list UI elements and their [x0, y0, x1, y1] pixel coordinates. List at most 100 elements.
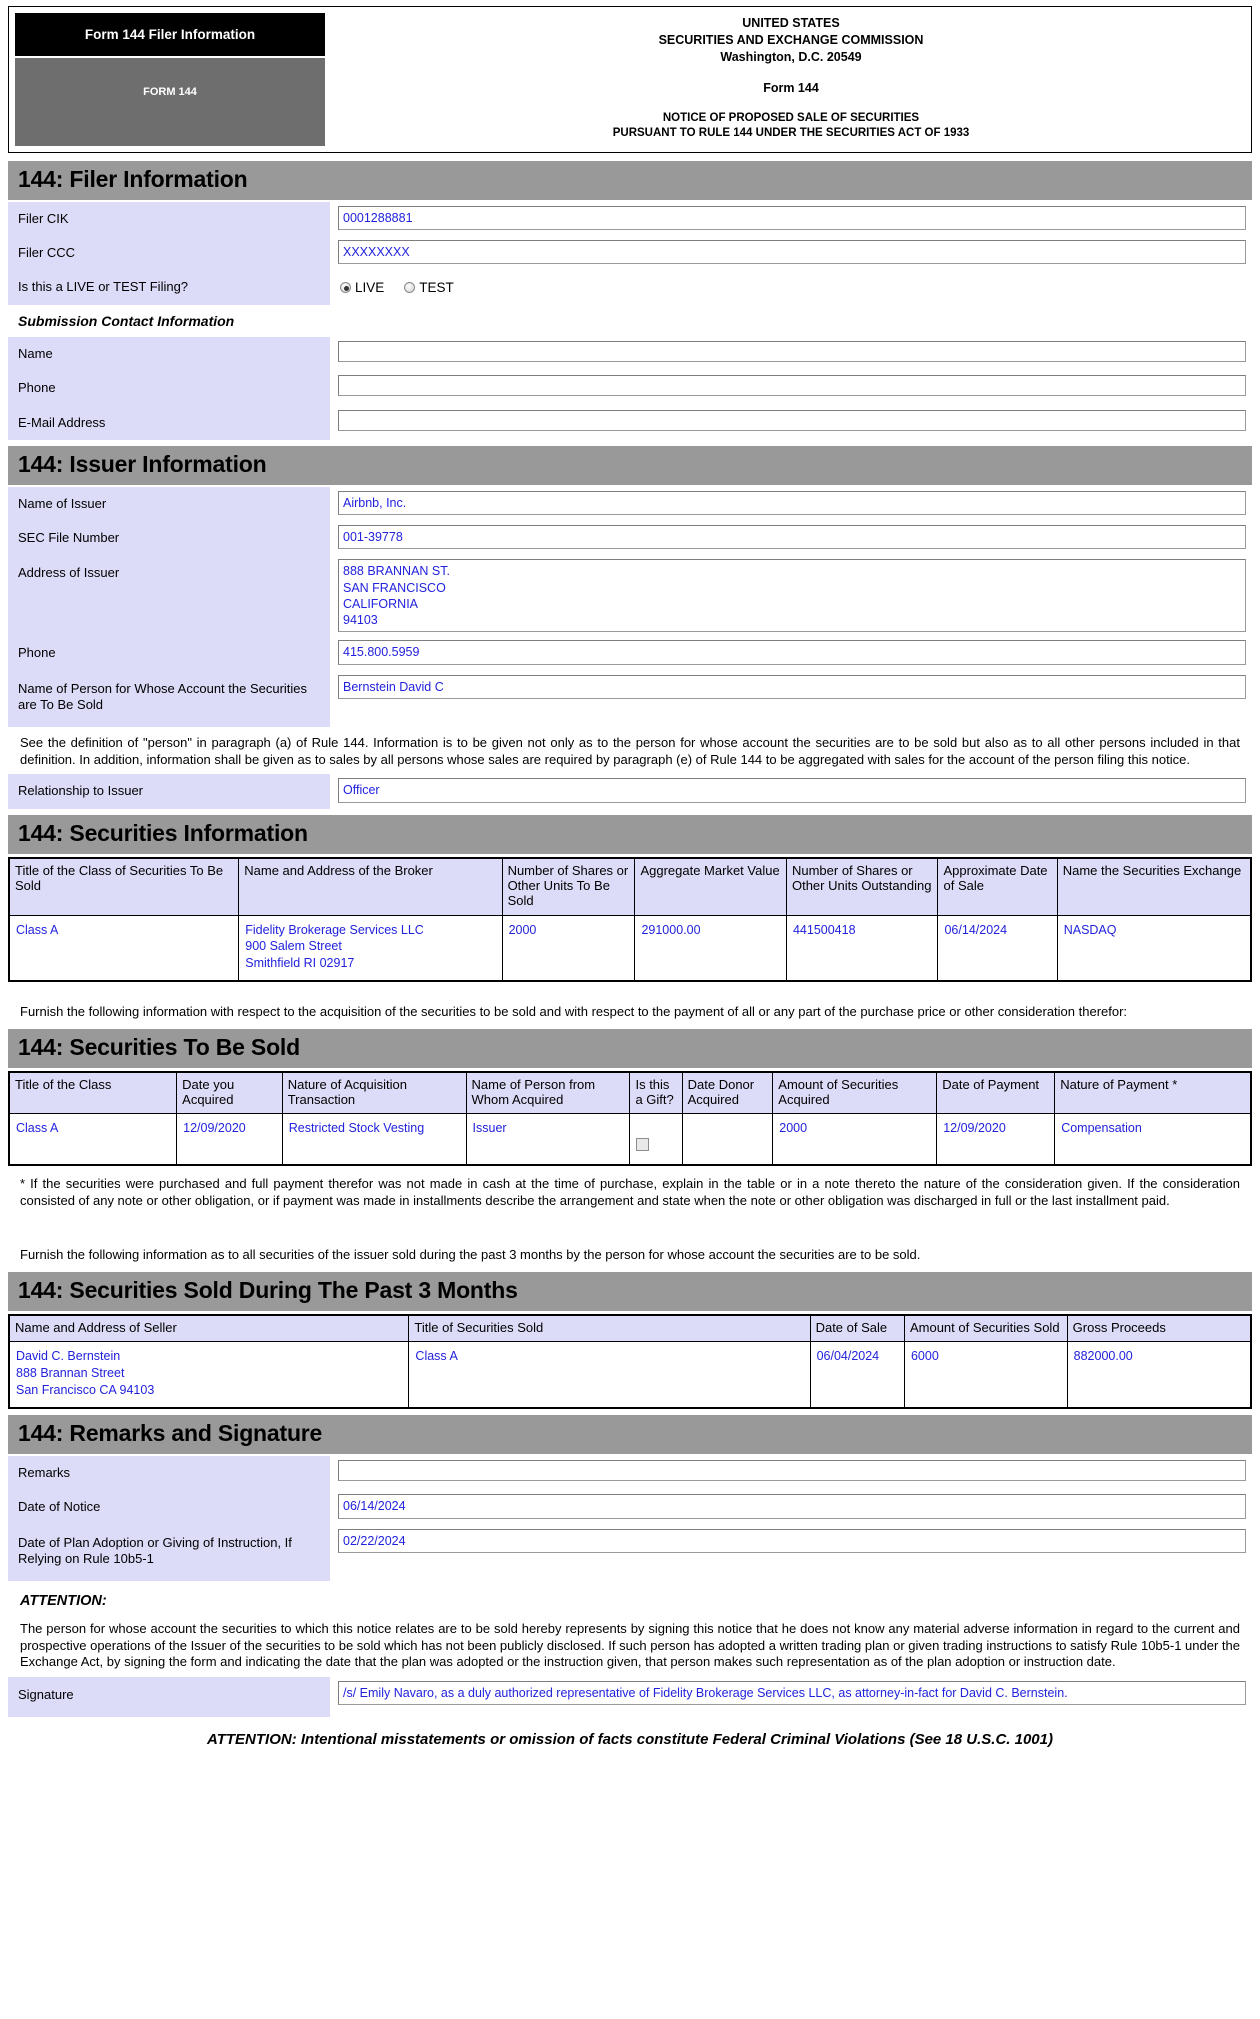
furnish-acquisition-note: Furnish the following information with r… — [20, 1004, 1128, 1020]
filer-ccc-input[interactable]: XXXXXXXX — [338, 239, 1246, 265]
field-row-person-account: Name of Person for Whose Account the Sec… — [8, 670, 1252, 728]
cell-date-of-sale: 06/04/2024 — [809, 1341, 905, 1409]
contact-phone-input[interactable] — [338, 375, 1246, 397]
field-row-filer-cik: Filer CIK 0001288881 — [8, 201, 1252, 236]
sec-file-number-input[interactable]: 001-39778 — [338, 525, 1246, 550]
cell-aggregate-market-value: 291000.00 — [634, 914, 787, 982]
furnish-past-3-months-note: Furnish the following information as to … — [20, 1247, 921, 1263]
submission-contact-fields: Name Phone E-Mail Address — [8, 337, 1252, 440]
issuer-phone-label: Phone — [8, 636, 330, 671]
col-units-to-be-sold: Number of Shares or Other Units To Be So… — [501, 857, 636, 916]
radio-live[interactable] — [340, 282, 351, 294]
masthead-spacer-1 — [341, 66, 1241, 80]
filer-information-badge: Form 144 Filer Information — [15, 13, 325, 56]
relationship-input[interactable]: Officer — [338, 778, 1246, 803]
signature-fields: Signature /s/ Emily Navaro, as a duly au… — [8, 1676, 1252, 1718]
signature-input[interactable]: /s/ Emily Navaro, as a duly authorized r… — [338, 1680, 1246, 1706]
securities-to-be-sold-table: Title of the Class Date you Acquired Nat… — [8, 1070, 1252, 1167]
date-of-plan-label: Date of Plan Adoption or Giving of Instr… — [8, 1524, 330, 1581]
securities-sold-past-3-months-table: Name and Address of Seller Title of Secu… — [8, 1314, 1252, 1409]
table-row: Class A 12/09/2020 Restricted Stock Vest… — [8, 1113, 1252, 1166]
issuer-name-control: Airbnb, Inc. — [330, 487, 1252, 521]
field-row-filer-ccc: Filer CCC XXXXXXXX — [8, 235, 1252, 271]
radio-test[interactable] — [404, 282, 416, 294]
issuer-phone-input[interactable]: 415.800.5959 — [338, 640, 1246, 665]
field-row-signature: Signature /s/ Emily Navaro, as a duly au… — [8, 1676, 1252, 1718]
cell-amount-acquired: 2000 — [772, 1113, 938, 1166]
filer-ccc-label: Filer CCC — [8, 235, 330, 271]
contact-name-input[interactable] — [338, 341, 1246, 363]
securities-information-table: Title of the Class of Securities To Be S… — [8, 856, 1252, 983]
cell-nature-of-acquisition: Restricted Stock Vesting — [281, 1113, 467, 1166]
field-row-sec-file-number: SEC File Number 001-39778 — [8, 521, 1252, 556]
person-definition-note: See the definition of "person" in paragr… — [20, 735, 1240, 767]
date-of-plan-control: 02/22/2024 — [330, 1525, 1252, 1582]
form-144-page: Form 144 Filer Information FORM 144 UNIT… — [0, 0, 1260, 1768]
table-header-row: Title of the Class Date you Acquired Nat… — [8, 1071, 1252, 1115]
relationship-control: Officer — [330, 774, 1252, 808]
contact-name-label: Name — [8, 337, 330, 372]
date-of-notice-input[interactable]: 06/14/2024 — [338, 1494, 1246, 1519]
form-144-badge: FORM 144 — [15, 58, 325, 146]
agency-line-2: SECURITIES AND EXCHANGE COMMISSION — [658, 32, 924, 47]
filer-cik-input[interactable]: 0001288881 — [338, 205, 1246, 230]
col-amount-securities-sold: Amount of Securities Sold — [903, 1314, 1068, 1343]
field-row-issuer-phone: Phone 415.800.5959 — [8, 636, 1252, 671]
person-account-label: Name of Person for Whose Account the Sec… — [8, 670, 330, 728]
contact-email-input[interactable] — [338, 409, 1246, 431]
section-header-securities-sold-past-3-months: 144: Securities Sold During The Past 3 M… — [8, 1272, 1252, 1312]
field-row-contact-name: Name — [8, 337, 1252, 372]
cell-person-from-whom-acquired: Issuer — [465, 1113, 631, 1166]
cell-title-securities-sold: Class A — [408, 1341, 811, 1409]
attention-body-text: The person for whose account the securit… — [20, 1621, 1240, 1670]
section-header-securities-information: 144: Securities Information — [8, 814, 1252, 854]
cell-amount-securities-sold: 6000 — [903, 1341, 1068, 1409]
cell-units-outstanding: 441500418 — [785, 914, 939, 982]
issuer-name-input[interactable]: Airbnb, Inc. — [338, 490, 1246, 516]
live-test-control: LIVE TEST — [330, 270, 1252, 305]
section-header-filer-information: 144: Filer Information — [8, 160, 1252, 200]
cell-title-class: Class A — [8, 914, 240, 982]
field-row-date-of-plan: Date of Plan Adoption or Giving of Instr… — [8, 1524, 1252, 1582]
date-of-notice-control: 06/14/2024 — [330, 1490, 1252, 1524]
field-row-relationship: Relationship to Issuer Officer — [8, 774, 1252, 809]
masthead: Form 144 Filer Information FORM 144 UNIT… — [8, 6, 1252, 153]
issuer-address-textarea[interactable]: 888 BRANNAN ST. SAN FRANCISCO CALIFORNIA… — [338, 559, 1246, 633]
contact-email-control — [330, 406, 1252, 440]
filer-ccc-control: XXXXXXXX — [330, 236, 1252, 270]
sec-file-number-label: SEC File Number — [8, 521, 330, 556]
cell-date-acquired: 12/09/2020 — [176, 1113, 283, 1166]
table-header-row: Name and Address of Seller Title of Secu… — [8, 1314, 1252, 1343]
remarks-input[interactable] — [338, 1460, 1246, 1481]
field-row-contact-phone: Phone — [8, 371, 1252, 406]
person-account-input[interactable]: Bernstein David C — [338, 674, 1246, 699]
table-row: David C. Bernstein 888 Brannan Street Sa… — [8, 1341, 1252, 1409]
cell-nature-of-payment: Compensation — [1054, 1113, 1252, 1166]
is-gift-checkbox[interactable] — [636, 1138, 650, 1152]
cell-title-of-class: Class A — [8, 1113, 178, 1166]
col-date-acquired: Date you Acquired — [176, 1071, 283, 1115]
radio-test-label: TEST — [419, 280, 454, 296]
field-row-contact-email: E-Mail Address — [8, 405, 1252, 440]
signature-control: /s/ Emily Navaro, as a duly authorized r… — [330, 1677, 1252, 1717]
col-broker: Name and Address of the Broker — [238, 857, 503, 916]
issuer-phone-control: 415.800.5959 — [330, 636, 1252, 670]
notice-line-1: NOTICE OF PROPOSED SALE OF SECURITIES — [662, 111, 920, 124]
masthead-title-block: UNITED STATES SECURITIES AND EXCHANGE CO… — [331, 7, 1251, 152]
col-nature-of-acquisition: Nature of Acquisition Transaction — [281, 1071, 467, 1115]
issuer-address-control: 888 BRANNAN ST. SAN FRANCISCO CALIFORNIA… — [330, 555, 1252, 636]
col-securities-exchange: Name the Securities Exchange — [1056, 857, 1252, 916]
field-row-issuer-address: Address of Issuer 888 BRANNAN ST. SAN FR… — [8, 555, 1252, 637]
attention-heading: ATTENTION: — [20, 1593, 107, 1609]
field-row-live-test: Is this a LIVE or TEST Filing? LIVE TEST — [8, 270, 1252, 306]
cell-date-of-payment: 12/09/2020 — [936, 1113, 1056, 1166]
date-of-notice-label: Date of Notice — [8, 1490, 330, 1525]
col-approx-date-of-sale: Approximate Date of Sale — [937, 857, 1058, 916]
section-header-securities-to-be-sold: 144: Securities To Be Sold — [8, 1028, 1252, 1068]
col-nature-of-payment: Nature of Payment * — [1054, 1071, 1252, 1115]
date-of-plan-input[interactable]: 02/22/2024 — [338, 1528, 1246, 1553]
cell-broker: Fidelity Brokerage Services LLC 900 Sale… — [238, 914, 503, 982]
form-name: Form 144 — [763, 80, 819, 95]
agency-line-1: UNITED STATES — [742, 16, 840, 30]
